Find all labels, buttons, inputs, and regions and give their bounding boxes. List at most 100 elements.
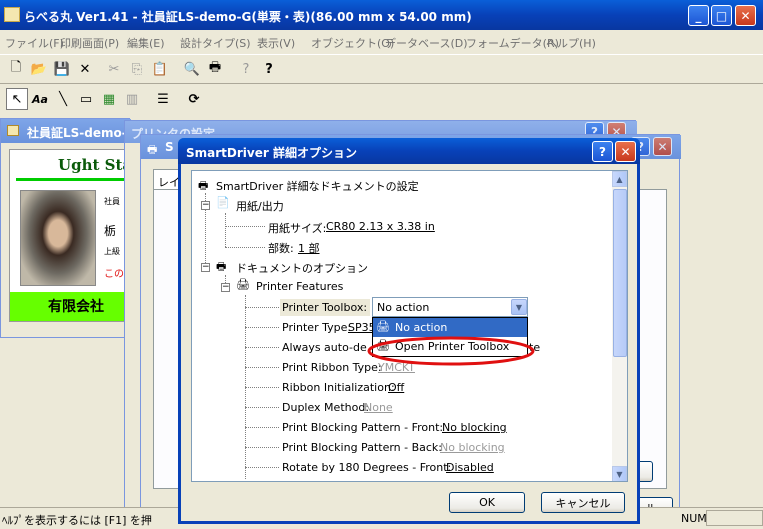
duplex-value[interactable]: None: [364, 401, 393, 414]
block-front-value[interactable]: No blocking: [442, 421, 507, 434]
properties-printer-icon: 🖶: [147, 143, 158, 156]
scroll-thumb[interactable]: [613, 189, 627, 357]
line-tool-icon[interactable]: ╲: [52, 88, 74, 110]
tree-connector: [245, 447, 279, 448]
app-title: らべる丸 Ver1.41 - 社員証LS-demo-G(単票・表)(86.00 …: [24, 10, 472, 24]
list-tool-icon[interactable]: ☰: [152, 88, 174, 110]
toolbox-select[interactable]: No action ▼: [372, 297, 528, 317]
dialog-title: SmartDriver 詳細オプション: [186, 146, 357, 160]
menu-view[interactable]: 表示(V): [257, 35, 295, 51]
open-folder-icon[interactable]: 📂: [28, 58, 50, 80]
menu-edit[interactable]: 編集(E): [127, 35, 165, 51]
new-icon[interactable]: 🗋: [5, 58, 27, 80]
block-back-value[interactable]: No blocking: [440, 441, 505, 454]
tree-connector: [245, 327, 279, 328]
status-num: NUM: [681, 512, 707, 525]
paper-icon: 📄: [216, 196, 230, 209]
close-button[interactable]: ✕: [735, 5, 756, 26]
dialog-title-bar: SmartDriver 詳細オプション ? ✕: [178, 138, 640, 164]
dropdown-option-no-action-label: No action: [395, 321, 448, 334]
doc-options-label: ドキュメントのオプション: [236, 262, 368, 275]
ok-button-label: OK: [479, 496, 495, 509]
properties-title: S: [165, 140, 174, 154]
status-text: ﾍﾙﾌﾟを表示するには [F1] を押: [2, 514, 152, 527]
card-company-top: Ught Sta: [58, 156, 131, 174]
tree-connector: [245, 367, 279, 368]
tree-connector: [245, 427, 279, 428]
chevron-down-icon[interactable]: ▼: [511, 299, 527, 315]
help-icon[interactable]: ?: [258, 58, 280, 80]
image-tool-icon[interactable]: ▦: [98, 88, 120, 110]
copies-value[interactable]: 1 部: [298, 240, 320, 256]
paper-group-expander[interactable]: −: [201, 201, 210, 210]
card-photo: [20, 190, 96, 286]
print-icon[interactable]: 🖶: [204, 58, 226, 80]
app-icon: [4, 7, 20, 22]
menu-print-screen[interactable]: 印刷画面(P): [60, 35, 119, 51]
document-window: 社員証LS-demo-G Ught Sta 社員 栃 上級 この 有限会社: [0, 118, 137, 338]
text-tool-icon[interactable]: Aa: [29, 88, 51, 110]
cancel-button[interactable]: キャンセル: [541, 492, 625, 513]
menu-file[interactable]: ファイル(F): [5, 35, 64, 51]
settings-tree: ▲ ▼ 🖶 SmartDriver 詳細なドキュメントの設定 − 📄 用紙/出力…: [191, 170, 628, 482]
document-window-title: 社員証LS-demo-G: [27, 126, 137, 140]
properties-tab-label: レイ: [158, 176, 180, 189]
menu-help[interactable]: ヘルプ(H): [546, 35, 596, 51]
save-icon[interactable]: 💾: [51, 58, 73, 80]
maximize-button[interactable]: □: [711, 5, 732, 26]
tree-connector: [245, 467, 279, 468]
doc-options-expander[interactable]: −: [201, 263, 210, 272]
tree-root-label: SmartDriver 詳細なドキュメントの設定: [216, 180, 419, 193]
rotate-value[interactable]: Disabled: [446, 461, 494, 474]
app-title-bar: らべる丸 Ver1.41 - 社員証LS-demo-G(単票・表)(86.00 …: [0, 0, 763, 30]
scroll-down-arrow[interactable]: ▼: [612, 466, 627, 481]
tree-scrollbar[interactable]: ▲ ▼: [612, 171, 627, 481]
always-auto-label: Always auto-de: [282, 341, 367, 354]
card-small-text-3: 上級: [104, 247, 120, 256]
copy-icon[interactable]: ⎘: [126, 58, 148, 80]
card-red-text: この: [104, 269, 124, 280]
printer-type-label: Printer Type:: [282, 321, 352, 334]
menu-form-data[interactable]: フォームデータ(R): [466, 35, 559, 51]
barcode-tool-icon[interactable]: ▥: [121, 88, 143, 110]
rectangle-tool-icon[interactable]: ▭: [75, 88, 97, 110]
paste-icon[interactable]: 📋: [149, 58, 171, 80]
menu-object[interactable]: オブジェクト(O): [311, 35, 394, 51]
toolbox-select-value: No action: [377, 301, 430, 314]
cut-icon[interactable]: ✂: [103, 58, 125, 80]
cancel-button-label: キャンセル: [555, 496, 611, 510]
ribbon-init-value[interactable]: Off: [388, 381, 404, 394]
delete-icon[interactable]: ✕: [74, 58, 96, 80]
tree-connector: [245, 307, 279, 308]
dialog-close-button[interactable]: ✕: [615, 141, 636, 162]
menu-database[interactable]: データベース(D): [385, 35, 468, 51]
refresh-icon[interactable]: ⟳: [183, 88, 205, 110]
paper-size-value[interactable]: CR80 2.13 x 3.38 in: [326, 220, 435, 233]
help-context-icon[interactable]: ?: [235, 58, 257, 80]
status-panel-divider: [706, 510, 763, 526]
select-arrow-icon[interactable]: ↖: [6, 88, 28, 110]
print-preview-icon[interactable]: 🔍: [181, 58, 203, 80]
tree-connector: [245, 387, 279, 388]
minimize-button[interactable]: _: [688, 5, 709, 26]
card-company-name: 有限会社: [48, 299, 104, 315]
card-preview: Ught Sta 社員 栃 上級 この 有限会社: [9, 149, 131, 322]
printer-features-expander[interactable]: −: [221, 283, 230, 292]
dialog-help-button[interactable]: ?: [592, 141, 613, 162]
properties-close-button[interactable]: ✕: [653, 137, 672, 156]
advanced-options-dialog: SmartDriver 詳細オプション ? ✕ ▲ ▼ 🖶 SmartDrive…: [178, 138, 640, 524]
rotate-label: Rotate by 180 Degrees - Front:: [282, 461, 452, 474]
printer-features-icon: 🖨: [236, 278, 250, 291]
annotation-ellipse: [367, 336, 535, 366]
card-small-text-2: 栃: [104, 224, 117, 238]
ok-button[interactable]: OK: [449, 492, 525, 513]
toolbox-label: Printer Toolbox:: [282, 301, 368, 314]
paper-group-label: 用紙/出力: [236, 200, 284, 213]
block-back-label: Print Blocking Pattern - Back:: [282, 441, 443, 454]
scroll-up-arrow[interactable]: ▲: [612, 171, 627, 187]
menu-design-type[interactable]: 設計タイプ(S): [180, 35, 251, 51]
tree-connector: [245, 407, 279, 408]
document-window-title-bar: 社員証LS-demo-G: [1, 119, 137, 143]
tree-connector: [245, 347, 279, 348]
option-printer-icon: 🖨: [376, 320, 390, 333]
